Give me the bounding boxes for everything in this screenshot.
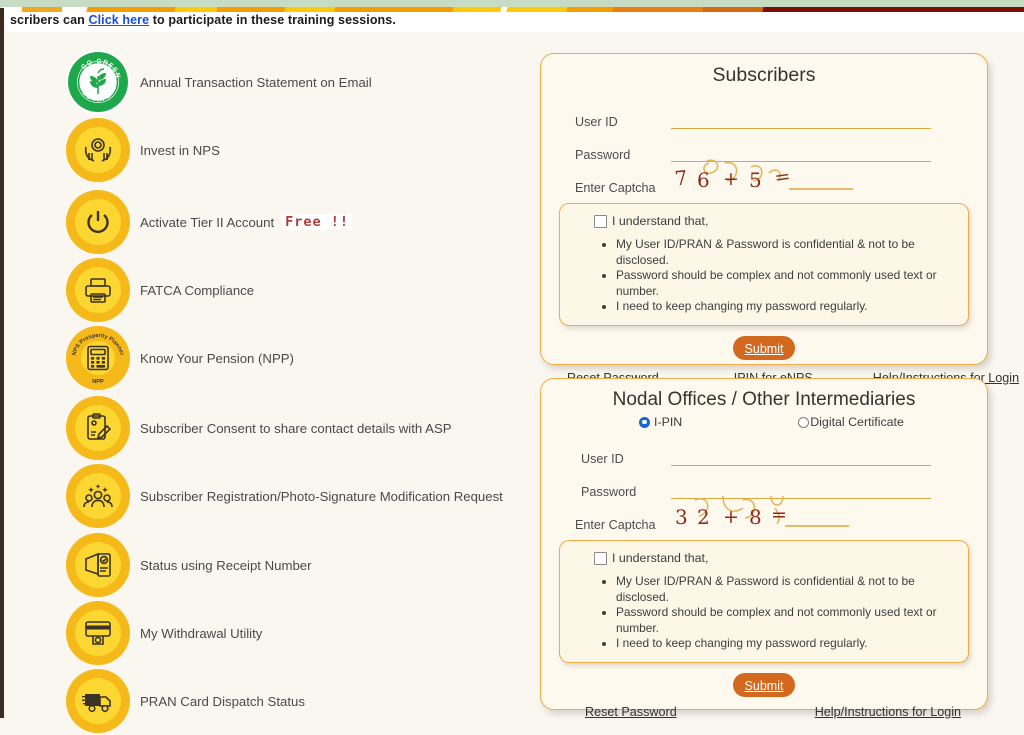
services-list: GO GREEN GO PAPERLESS Annual Transaction… bbox=[6, 34, 526, 733]
password-label: Password bbox=[581, 485, 637, 499]
clipboard-pen-icon bbox=[66, 396, 130, 460]
subscribers-user-id-row: User ID bbox=[541, 101, 987, 129]
svg-text:7: 7 bbox=[673, 165, 688, 190]
understand-bullet: Password should be complex and not commo… bbox=[616, 605, 954, 636]
radio-ipin-label: I-PIN bbox=[654, 415, 683, 429]
service-item-subscriber-registration[interactable]: Subscriber Registration/Photo-Signature … bbox=[6, 462, 526, 530]
notice-text-after: to participate in these training session… bbox=[149, 13, 396, 27]
service-label: Subscriber Registration/Photo-Signature … bbox=[140, 488, 503, 504]
printer-icon bbox=[66, 258, 130, 322]
calculator-npp-icon: NPS Prosperity Planner NPP bbox=[66, 326, 130, 390]
subscribers-submit-button[interactable]: Submit bbox=[733, 335, 795, 360]
power-button-icon bbox=[66, 190, 130, 254]
delivery-truck-icon bbox=[66, 669, 130, 733]
understand-title: I understand that, bbox=[612, 551, 709, 565]
svg-text:=: = bbox=[773, 165, 792, 189]
service-label: Know Your Pension (NPP) bbox=[140, 350, 294, 366]
understand-bullet: I need to keep changing my password regu… bbox=[616, 636, 954, 652]
subscribers-captcha-area: 7 6 + 5 = bbox=[671, 159, 931, 195]
nodal-understand-header: I understand that, bbox=[574, 549, 954, 565]
nodal-offices-login-panel: Nodal Offices / Other Intermediaries I-P… bbox=[540, 378, 988, 719]
svg-text:3: 3 bbox=[675, 505, 688, 529]
service-item-annual-transaction-statement[interactable]: GO GREEN GO PAPERLESS Annual Transaction… bbox=[6, 48, 526, 116]
notice-text-before: scribers can bbox=[10, 13, 89, 27]
notice-click-here-link[interactable]: Click here bbox=[88, 13, 149, 27]
service-item-invest-in-nps[interactable]: Invest in NPS bbox=[6, 116, 526, 184]
understand-title: I understand that, bbox=[612, 214, 709, 228]
page-left-border bbox=[0, 8, 4, 718]
go-green-badge-icon: GO GREEN GO PAPERLESS bbox=[66, 50, 130, 114]
svg-text:=: = bbox=[771, 504, 787, 526]
subscribers-understand-box: I understand that, My User ID/PRAN & Pas… bbox=[559, 203, 969, 326]
subscribers-understand-bullets: My User ID/PRAN & Password is confidenti… bbox=[574, 237, 954, 315]
understand-bullet: I need to keep changing my password regu… bbox=[616, 299, 954, 315]
nodal-help-instructions-link[interactable]: Help/Instructions for Login bbox=[815, 705, 961, 719]
service-item-know-your-pension[interactable]: NPS Prosperity Planner NPP Know Your Pen… bbox=[6, 324, 526, 392]
service-label: PRAN Card Dispatch Status bbox=[140, 693, 305, 709]
password-label: Password bbox=[575, 148, 631, 162]
free-badge: Free !! bbox=[282, 214, 353, 230]
captcha-label: Enter Captcha bbox=[575, 181, 656, 195]
training-notice-text: scribers can Click here to participate i… bbox=[10, 13, 396, 27]
service-item-status-receipt-number[interactable]: Status using Receipt Number bbox=[6, 531, 526, 599]
service-item-my-withdrawal-utility[interactable]: My Withdrawal Utility bbox=[6, 599, 526, 667]
user-id-label: User ID bbox=[581, 452, 624, 466]
subscribers-understand-checkbox[interactable] bbox=[594, 214, 607, 228]
svg-text:+: + bbox=[723, 506, 739, 528]
service-label: Subscriber Consent to share contact deta… bbox=[140, 420, 452, 436]
svg-text:NPS Prosperity Planner: NPS Prosperity Planner bbox=[71, 333, 124, 357]
understand-bullet: Password should be complex and not commo… bbox=[616, 268, 954, 299]
people-group-icon bbox=[66, 464, 130, 528]
service-item-pran-card-dispatch-status[interactable]: PRAN Card Dispatch Status bbox=[6, 667, 526, 735]
subscribers-user-id-input[interactable] bbox=[671, 111, 931, 129]
service-item-subscriber-consent-asp[interactable]: Subscriber Consent to share contact deta… bbox=[6, 394, 526, 462]
nodal-reset-password-link[interactable]: Reset Password bbox=[585, 705, 677, 719]
npp-ring-label: NPP bbox=[92, 379, 104, 385]
nodal-understand-box: I understand that, My User ID/PRAN & Pas… bbox=[559, 540, 969, 663]
radio-digital-certificate[interactable] bbox=[798, 416, 810, 428]
receipt-edit-icon bbox=[66, 533, 130, 597]
nodal-understand-checkbox[interactable] bbox=[594, 551, 607, 565]
nodal-captcha-row: Enter Captcha 3 2 + 8 = bbox=[541, 495, 987, 532]
service-item-fatca-compliance[interactable]: FATCA Compliance bbox=[6, 256, 526, 324]
service-label: My Withdrawal Utility bbox=[140, 625, 263, 641]
nodal-links-row: Reset Password Help/Instructions for Log… bbox=[541, 705, 987, 719]
nodal-user-id-row: User ID bbox=[541, 438, 987, 466]
npp-ring-text: NPS Prosperity Planner bbox=[71, 333, 124, 357]
captcha-label: Enter Captcha bbox=[575, 518, 656, 532]
understand-bullet: My User ID/PRAN & Password is confidenti… bbox=[616, 574, 954, 605]
service-label: Invest in NPS bbox=[140, 142, 220, 158]
service-label: Activate Tier II Account bbox=[140, 214, 275, 230]
understand-bullet: My User ID/PRAN & Password is confidenti… bbox=[616, 237, 954, 268]
nodal-panel-title: Nodal Offices / Other Intermediaries bbox=[612, 389, 916, 410]
svg-text:2: 2 bbox=[697, 505, 710, 529]
service-label: FATCA Compliance bbox=[140, 282, 255, 298]
subscribers-panel-title: Subscribers bbox=[712, 64, 816, 86]
nodal-login-mode-row: I-PIN Digital Certificate bbox=[541, 415, 987, 429]
nodal-submit-button[interactable]: Submit bbox=[733, 672, 795, 697]
svg-text:+: + bbox=[723, 168, 739, 190]
service-item-activate-tier-2[interactable]: Activate Tier II Account Free !! bbox=[6, 188, 526, 256]
service-label: Annual Transaction Statement on Email bbox=[140, 74, 372, 90]
user-id-label: User ID bbox=[575, 115, 618, 129]
nodal-captcha-area: 3 2 + 8 = bbox=[671, 495, 931, 532]
captcha-image-subscribers: 7 6 + 5 = bbox=[673, 159, 853, 192]
service-label: Status using Receipt Number bbox=[140, 557, 312, 573]
radio-digital-certificate-label: Digital Certificate bbox=[810, 415, 904, 429]
radio-ipin[interactable] bbox=[639, 416, 650, 428]
nodal-user-id-input[interactable] bbox=[671, 448, 931, 466]
atm-cash-icon bbox=[66, 601, 130, 665]
hands-holding-coin-icon bbox=[66, 118, 130, 182]
subscribers-captcha-row: Enter Captcha 7 6 + 5 = bbox=[541, 159, 987, 195]
subscribers-understand-header: I understand that, bbox=[574, 212, 954, 228]
svg-text:8: 8 bbox=[749, 505, 762, 529]
svg-text:5: 5 bbox=[749, 168, 762, 192]
subscribers-login-panel: Subscribers User ID Password Enter Captc… bbox=[540, 53, 1019, 385]
svg-text:6: 6 bbox=[697, 168, 710, 192]
captcha-image-nodal: 3 2 + 8 = bbox=[675, 495, 849, 529]
nodal-understand-bullets: My User ID/PRAN & Password is confidenti… bbox=[574, 574, 954, 652]
